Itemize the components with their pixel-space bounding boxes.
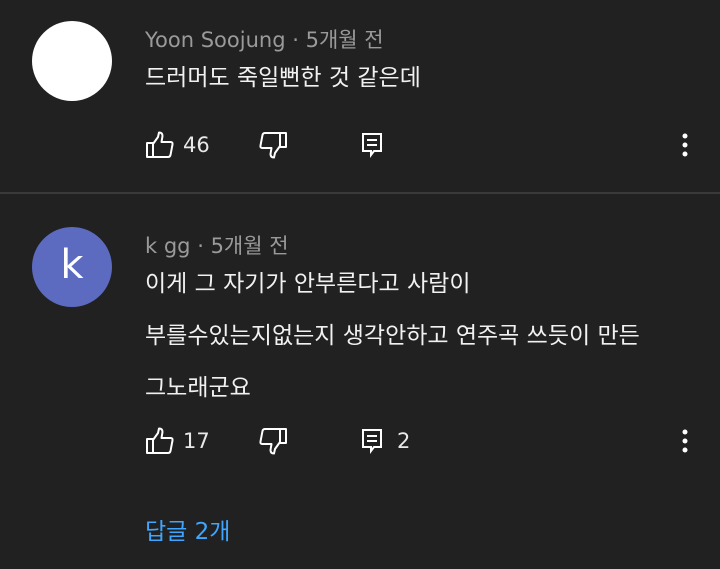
- comment-meta: Yoon Soojung · 5개월 전: [145, 24, 384, 54]
- comment-text: 이게 그 자기가 안부른다고 사람이 부를수있는지없는지 생각안하고 연주곡 쓰…: [145, 258, 640, 414]
- reply-count: 2: [397, 429, 411, 453]
- thumbs-down-icon: [258, 131, 288, 159]
- comment-meta: k gg · 5개월 전: [145, 230, 289, 260]
- meta-separator: ·: [292, 28, 299, 52]
- avatar-letter: k: [60, 242, 84, 288]
- like-button[interactable]: 46: [145, 125, 210, 165]
- comment-line: 드러머도 죽일뻔한 것 같은데: [145, 65, 421, 91]
- comment-line: 그노래군요: [145, 375, 251, 401]
- reply-button[interactable]: 2: [361, 421, 410, 461]
- comment-text: 드러머도 죽일뻔한 것 같은데: [145, 52, 421, 104]
- dislike-button[interactable]: [258, 421, 288, 461]
- thumbs-up-icon: [145, 131, 175, 159]
- meta-separator: ·: [197, 234, 204, 258]
- like-count: 46: [183, 133, 210, 157]
- comment-actions: 17 2: [0, 421, 720, 461]
- avatar[interactable]: k: [32, 227, 112, 307]
- comment-divider: [0, 192, 720, 194]
- more-vert-icon[interactable]: [672, 421, 698, 461]
- like-button[interactable]: 17: [145, 421, 210, 461]
- more-vert-icon[interactable]: [672, 125, 698, 165]
- comment-line: 부를수있는지없는지 생각안하고 연주곡 쓰듯이 만든: [145, 323, 640, 349]
- author-name[interactable]: k gg: [145, 234, 191, 258]
- comment-actions: 46: [0, 125, 720, 165]
- reply-icon: [361, 132, 383, 158]
- comment-line: 이게 그 자기가 안부른다고 사람이: [145, 271, 471, 297]
- comment-time[interactable]: 5개월 전: [211, 234, 289, 258]
- thumbs-up-icon: [145, 427, 175, 455]
- reply-icon: [361, 428, 383, 454]
- thumbs-down-icon: [258, 427, 288, 455]
- reply-button[interactable]: [361, 125, 383, 165]
- author-name[interactable]: Yoon Soojung: [145, 28, 286, 52]
- comment-time[interactable]: 5개월 전: [306, 28, 384, 52]
- view-replies-link[interactable]: 답글 2개: [145, 512, 230, 546]
- avatar[interactable]: [32, 21, 112, 101]
- dislike-button[interactable]: [258, 125, 288, 165]
- like-count: 17: [183, 429, 210, 453]
